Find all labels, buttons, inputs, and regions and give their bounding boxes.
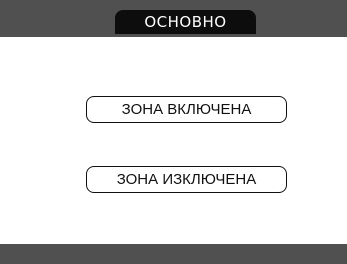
- screen-title: ОСНОВНО: [115, 10, 256, 34]
- zone-disabled-button[interactable]: ЗОНА ИЗКЛЮЧЕНА: [86, 166, 287, 193]
- bottom-bar: [0, 244, 347, 264]
- top-bar: ОСНОВНО: [0, 0, 347, 37]
- zone-enabled-button[interactable]: ЗОНА ВКЛЮЧЕНА: [86, 96, 287, 123]
